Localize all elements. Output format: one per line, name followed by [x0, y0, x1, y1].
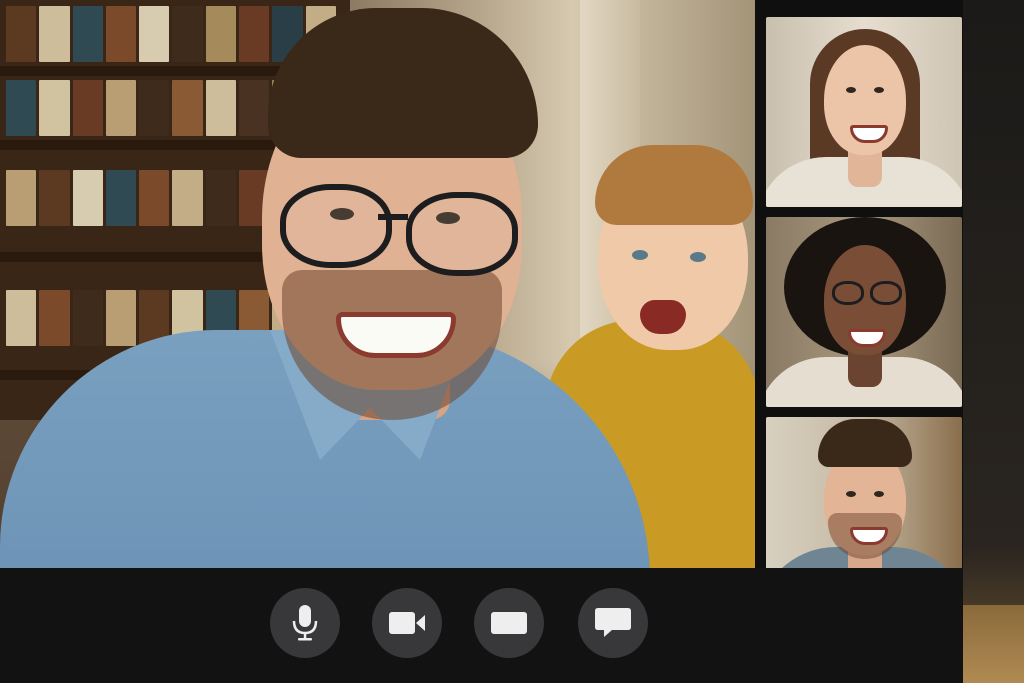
glasses-right-lens: [406, 192, 518, 276]
glasses-bridge: [378, 214, 408, 220]
camera-button[interactable]: [372, 588, 442, 658]
participant-tile-1[interactable]: [766, 17, 962, 207]
chat-bubble-icon: [595, 608, 631, 637]
glasses-left-lens: [280, 184, 392, 268]
child-eye-right: [690, 252, 706, 262]
window-edge: [963, 0, 1024, 683]
screen-share-button[interactable]: [474, 588, 544, 658]
child-hair: [595, 145, 753, 225]
screen-share-icon: [491, 612, 527, 634]
child-eye-left: [632, 250, 648, 260]
participant-tile-2[interactable]: [766, 217, 962, 407]
participant-2-glasses-right: [870, 281, 902, 305]
microphone-icon: [292, 605, 318, 641]
microphone-button[interactable]: [270, 588, 340, 658]
child-mouth: [640, 300, 686, 334]
video-camera-icon: [389, 612, 425, 634]
participant-2-glasses-left: [832, 281, 864, 305]
man-smile: [336, 312, 456, 358]
main-video-feed[interactable]: [0, 0, 755, 568]
chat-button[interactable]: [578, 588, 648, 658]
video-call-window: [0, 0, 1024, 683]
